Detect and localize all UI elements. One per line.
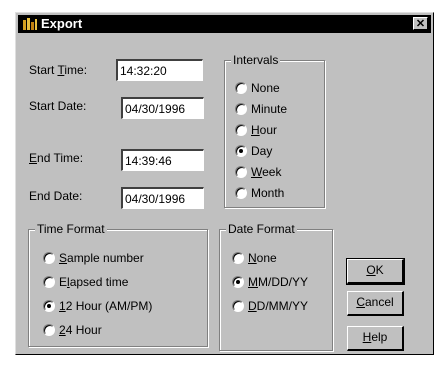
radio-button[interactable] (235, 103, 247, 115)
radio-button-selected[interactable] (235, 145, 247, 157)
start-time-input[interactable]: 14:32:20 (116, 59, 203, 81)
date-format-group: Date Format None MM/DD/YY DD/MM/YY (219, 222, 333, 351)
radio-button[interactable] (232, 300, 244, 312)
intervals-group: Intervals None Minute Hour Day Week Mont… (224, 53, 325, 208)
radio-button-selected[interactable] (43, 300, 55, 312)
radio-button[interactable] (43, 324, 55, 336)
radio-label: Elapsed time (59, 275, 129, 289)
help-button[interactable]: Help (347, 326, 404, 351)
radio-label: Month (251, 186, 285, 200)
radio-button-selected[interactable] (232, 276, 244, 288)
radio-label: Day (251, 144, 273, 158)
date-format-legend: Date Format (226, 222, 297, 236)
radio-label: Hour (251, 123, 278, 137)
radio-button[interactable] (232, 252, 244, 264)
app-icon (22, 17, 38, 31)
start-time-label: Start Time: (29, 63, 88, 77)
intervals-legend: Intervals (231, 53, 281, 67)
end-date-input[interactable]: 04/30/1996 (121, 187, 204, 209)
radio-label: 24 Hour (59, 323, 102, 337)
end-time-label: End Time: (29, 151, 84, 165)
radio-button[interactable] (43, 252, 55, 264)
cancel-button[interactable]: Cancel (347, 291, 404, 316)
end-date-label: End Date: (29, 189, 83, 203)
radio-label: None (248, 251, 277, 265)
close-icon: ✕ (415, 18, 426, 30)
window-title: Export (41, 16, 83, 31)
radio-label: 12 Hour (AM/PM) (59, 299, 153, 313)
radio-button[interactable] (235, 187, 247, 199)
title-bar[interactable]: Export ✕ (18, 15, 431, 33)
radio-button[interactable] (43, 276, 55, 288)
radio-label: Week (251, 165, 282, 179)
time-format-legend: Time Format (35, 222, 107, 236)
time-format-group: Time Format Sample number Elapsed time 1… (28, 222, 208, 347)
radio-label: Minute (251, 102, 288, 116)
radio-label: Sample number (59, 251, 144, 265)
radio-button[interactable] (235, 82, 247, 94)
export-dialog: Export ✕ Start Time: 14:32:20 Start Date… (15, 12, 434, 355)
start-date-label: Start Date: (29, 99, 87, 113)
close-button[interactable]: ✕ (413, 17, 428, 30)
radio-label: None (251, 81, 280, 95)
radio-label: DD/MM/YY (248, 299, 309, 313)
radio-button[interactable] (235, 166, 247, 178)
radio-label: MM/DD/YY (248, 275, 309, 289)
start-date-input[interactable]: 04/30/1996 (121, 97, 204, 119)
ok-button[interactable]: OK (346, 258, 405, 285)
end-time-input[interactable]: 14:39:46 (121, 149, 204, 171)
radio-button[interactable] (235, 124, 247, 136)
